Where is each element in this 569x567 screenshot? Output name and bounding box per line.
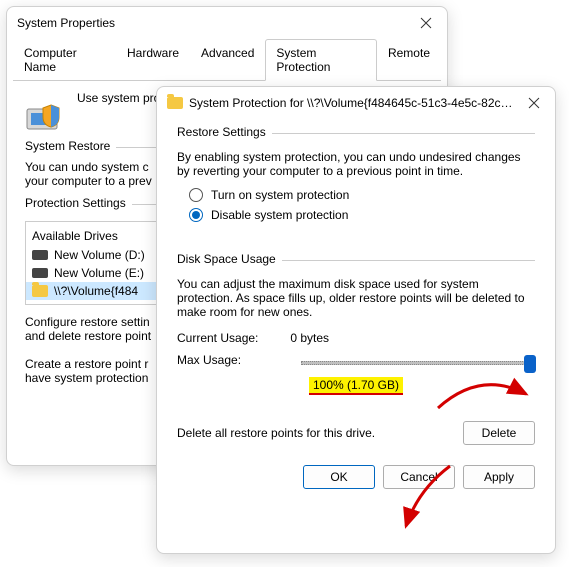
current-usage-label: Current Usage: (177, 331, 287, 345)
max-usage-label: Max Usage: (177, 353, 287, 367)
drive-row-selected[interactable]: \\?\Volume{f484 (26, 282, 159, 300)
drive-row[interactable]: New Volume (E:) (26, 264, 159, 282)
system-protection-dialog: System Protection for \\?\Volume{f484645… (156, 86, 556, 554)
disk-icon (32, 268, 48, 278)
close-icon[interactable] (519, 91, 549, 115)
max-usage-value-highlight: 100% (1.70 GB) (309, 377, 403, 395)
restore-settings-text: By enabling system protection, you can u… (177, 150, 535, 178)
protection-shield-icon (25, 91, 67, 133)
window-title: System Properties (17, 16, 411, 30)
tab-remote[interactable]: Remote (377, 39, 441, 80)
drive-list[interactable]: Available Drives New Volume (D:) New Vol… (25, 221, 160, 305)
tab-advanced[interactable]: Advanced (190, 39, 265, 80)
folder-icon (32, 285, 48, 297)
disk-space-legend: Disk Space Usage (177, 252, 282, 266)
delete-restore-points-text: Delete all restore points for this drive… (177, 426, 463, 440)
restore-settings-legend: Restore Settings (177, 125, 272, 139)
tab-system-protection[interactable]: System Protection (265, 39, 377, 81)
apply-button[interactable]: Apply (463, 465, 535, 489)
radio-on-icon (189, 208, 203, 222)
cancel-button[interactable]: Cancel (383, 465, 455, 489)
drive-label: New Volume (D:) (54, 248, 145, 262)
delete-button[interactable]: Delete (463, 421, 535, 445)
titlebar: System Properties (7, 7, 447, 39)
drive-label: New Volume (E:) (54, 266, 144, 280)
max-usage-slider[interactable] (301, 361, 535, 365)
radio-turn-on-label: Turn on system protection (211, 188, 349, 202)
close-icon[interactable] (411, 11, 441, 35)
drive-list-header: Available Drives (26, 226, 159, 246)
protection-settings-legend: Protection Settings (25, 196, 132, 210)
tab-computer-name[interactable]: Computer Name (13, 39, 116, 80)
disk-icon (32, 250, 48, 260)
current-usage-value: 0 bytes (290, 331, 329, 345)
ok-button[interactable]: OK (303, 465, 375, 489)
tab-bar: Computer Name Hardware Advanced System P… (13, 39, 441, 81)
radio-turn-on[interactable]: Turn on system protection (189, 188, 535, 202)
dialog-button-row: OK Cancel Apply (177, 465, 535, 489)
drive-label: \\?\Volume{f484 (54, 284, 138, 298)
radio-disable-label: Disable system protection (211, 208, 348, 222)
titlebar: System Protection for \\?\Volume{f484645… (157, 87, 555, 119)
system-restore-legend: System Restore (25, 139, 116, 153)
tab-hardware[interactable]: Hardware (116, 39, 190, 80)
radio-disable[interactable]: Disable system protection (189, 208, 535, 222)
restore-settings-group: Restore Settings By enabling system prot… (177, 133, 535, 234)
dialog-title: System Protection for \\?\Volume{f484645… (189, 96, 519, 110)
slider-thumb[interactable] (524, 355, 536, 373)
disk-space-group: Disk Space Usage You can adjust the maxi… (177, 260, 535, 451)
folder-icon (167, 97, 183, 109)
drive-row[interactable]: New Volume (D:) (26, 246, 159, 264)
disk-space-text: You can adjust the maximum disk space us… (177, 277, 535, 319)
radio-off-icon (189, 188, 203, 202)
